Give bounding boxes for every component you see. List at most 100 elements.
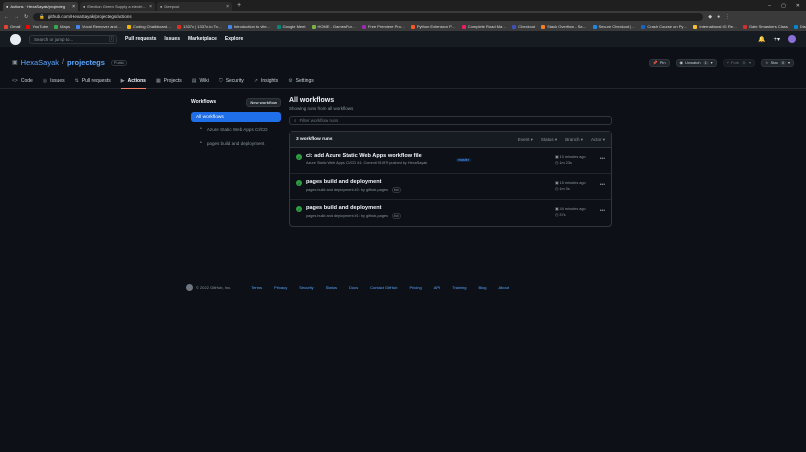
bookmark-item[interactable]: HOME - GamesFor…	[311, 24, 356, 29]
footer-link[interactable]: Privacy	[274, 285, 287, 290]
tab-security[interactable]: ⛉ Security	[219, 74, 244, 89]
run-title-link[interactable]: pages build and deployment	[306, 205, 401, 211]
footer-link[interactable]: Pricing	[409, 285, 421, 290]
tab-code[interactable]: <> Code	[12, 74, 33, 89]
actor-filter[interactable]: Actor ▾	[591, 137, 605, 143]
bookmark-item[interactable]: Gmail	[4, 24, 20, 29]
search-input[interactable]: Search or jump to... /	[29, 34, 117, 44]
bookmark-favicon-icon	[361, 24, 366, 29]
run-title-link[interactable]: pages build and deployment	[306, 179, 401, 185]
new-tab-icon[interactable]: +	[237, 2, 241, 9]
bookmark-item[interactable]: International IG Re…	[693, 24, 737, 29]
minimize-icon[interactable]: –	[768, 3, 771, 9]
footer-link[interactable]: Status	[326, 285, 337, 290]
table-row[interactable]: ✓ pages build and deployment pages build…	[290, 174, 611, 200]
unwatch-button[interactable]: ◉ Unwatch 1 ▾	[675, 58, 717, 67]
bookmark-item[interactable]: Python Extension P…	[410, 24, 456, 29]
bookmark-item[interactable]: Maps	[54, 24, 70, 29]
bookmark-item[interactable]: Secure Checkout |…	[592, 24, 635, 29]
run-body: pages build and deployment pages build a…	[306, 205, 401, 219]
chevron-down-icon: ▾	[787, 60, 790, 65]
table-row[interactable]: ✓ ci: add Azure Static Web Apps workflow…	[290, 148, 611, 174]
bookmark-favicon-icon	[26, 24, 31, 29]
bookmark-item[interactable]: Introduction to vite…	[227, 24, 271, 29]
bookmark-item[interactable]: Gate Smashers Class	[742, 24, 788, 29]
more-options-icon[interactable]: •••	[600, 156, 605, 162]
forward-icon[interactable]: →	[14, 14, 19, 20]
tab-insights[interactable]: ↗ Insights	[254, 74, 278, 89]
run-meta: Azure Static Web Apps CI/CD #1: Commit 9…	[306, 161, 428, 165]
bookmark-item[interactable]: Complete Road Ma…	[461, 24, 506, 29]
sidebar-item-all-workflows[interactable]: All workflows	[191, 112, 281, 122]
status-filter[interactable]: Status ▾	[541, 137, 557, 143]
github-logo-icon[interactable]	[10, 33, 21, 45]
bookmark-item[interactable]: Coding Chalkboard…	[126, 24, 171, 29]
tab-wiki[interactable]: ▤ Wiki	[192, 74, 209, 89]
more-options-icon[interactable]: •••	[600, 208, 605, 214]
reload-icon[interactable]: ↻	[24, 14, 28, 20]
tab-pull-requests[interactable]: ⇅ Pull requests	[75, 74, 111, 89]
star-button[interactable]: ☆ Star 0 ▾	[761, 58, 794, 67]
close-icon[interactable]: ×	[226, 4, 229, 10]
avatar[interactable]	[788, 35, 796, 43]
footer-link[interactable]: Security	[299, 285, 313, 290]
bookmark-item[interactable]: Discussion Form	[793, 24, 806, 29]
pin-button[interactable]: 📌 Pin	[648, 58, 670, 67]
extensions-icon[interactable]: ◆	[708, 14, 712, 20]
nav-explore[interactable]: Explore	[225, 36, 243, 42]
bell-icon[interactable]: 🔔	[758, 36, 765, 43]
browser-tab[interactable]: ● Election Green Supply a electri… ×	[80, 2, 155, 11]
address-bar[interactable]: 🔒 github.com/HexaSayak/projectegs/action…	[33, 12, 704, 21]
tab-issues[interactable]: ◎ Issues	[43, 74, 65, 89]
sidebar-item-pages[interactable]: ⚬ pages build and deployment	[191, 136, 281, 150]
close-window-icon[interactable]: ✕	[796, 3, 800, 9]
footer-link[interactable]: Training	[452, 285, 466, 290]
profile-icon[interactable]: ●	[717, 14, 720, 20]
bookmark-item[interactable]: 1337x | 1337x.to To…	[177, 24, 222, 29]
bookmark-item[interactable]: Crash Course on Py…	[641, 24, 687, 29]
footer-link[interactable]: API	[434, 285, 440, 290]
browser-tab[interactable]: ● Deepcut ×	[157, 2, 232, 11]
repo-name-link[interactable]: projectegs	[67, 58, 105, 67]
sidebar-item-azure[interactable]: ⚬ Azure Static Web Apps CI/CD	[191, 122, 281, 136]
tab-actions[interactable]: ▶ Actions	[120, 74, 146, 89]
nav-pull-requests[interactable]: Pull requests	[125, 36, 156, 42]
repo-owner-link[interactable]: HexaSayak	[21, 58, 59, 67]
maximize-icon[interactable]: ▢	[781, 3, 786, 9]
branch-badge[interactable]: master	[456, 158, 471, 162]
footer-link[interactable]: Blog	[478, 285, 486, 290]
gear-icon: ⚙	[288, 78, 293, 84]
close-icon[interactable]: ×	[149, 4, 152, 10]
back-icon[interactable]: ←	[4, 14, 9, 20]
close-icon[interactable]: ×	[72, 4, 75, 10]
table-row[interactable]: ✓ pages build and deployment pages build…	[290, 200, 611, 226]
fork-button[interactable]: ⑂ Fork 0 ▾	[722, 58, 756, 67]
chevron-down-icon: ▾	[749, 60, 752, 65]
more-options-icon[interactable]: •••	[600, 182, 605, 188]
footer-link[interactable]: Terms	[251, 285, 262, 290]
bookmark-item[interactable]: Stack Overflow - Sa…	[541, 24, 587, 29]
bookmark-item[interactable]: YouTube	[26, 24, 48, 29]
event-filter[interactable]: Event ▾	[518, 137, 533, 143]
tab-settings[interactable]: ⚙ Settings	[288, 74, 314, 89]
footer-link[interactable]: Contact GitHub	[370, 285, 397, 290]
menu-icon[interactable]: ⋮	[725, 14, 730, 20]
bookmark-item[interactable]: Vocal Remover and…	[75, 24, 121, 29]
nav-marketplace[interactable]: Marketplace	[188, 36, 217, 42]
run-body: pages build and deployment pages build a…	[306, 179, 401, 193]
run-title-link[interactable]: ci: add Azure Static Web Apps workflow f…	[306, 153, 427, 159]
footer-link[interactable]: About	[499, 285, 509, 290]
bookmark-item[interactable]: Checkout	[512, 24, 535, 29]
browser-tab[interactable]: ● Actions · HexaSayak/projecteg ×	[3, 2, 78, 11]
bookmark-item[interactable]: Free Premiere Pro…	[361, 24, 405, 29]
tab-projects[interactable]: ▦ Projects	[156, 74, 182, 89]
filter-runs-input[interactable]: ⌕ Filter workflow runs	[289, 116, 612, 125]
new-workflow-button[interactable]: New workflow	[246, 97, 281, 107]
graph-icon: ↗	[253, 78, 258, 84]
nav-issues[interactable]: Issues	[164, 36, 180, 42]
bookmark-item[interactable]: Google Meet	[276, 24, 306, 29]
lock-icon: 🔒	[39, 13, 45, 19]
branch-filter[interactable]: Branch ▾	[565, 137, 583, 143]
footer-link[interactable]: Docs	[349, 285, 358, 290]
plus-icon[interactable]: +▾	[773, 36, 780, 43]
